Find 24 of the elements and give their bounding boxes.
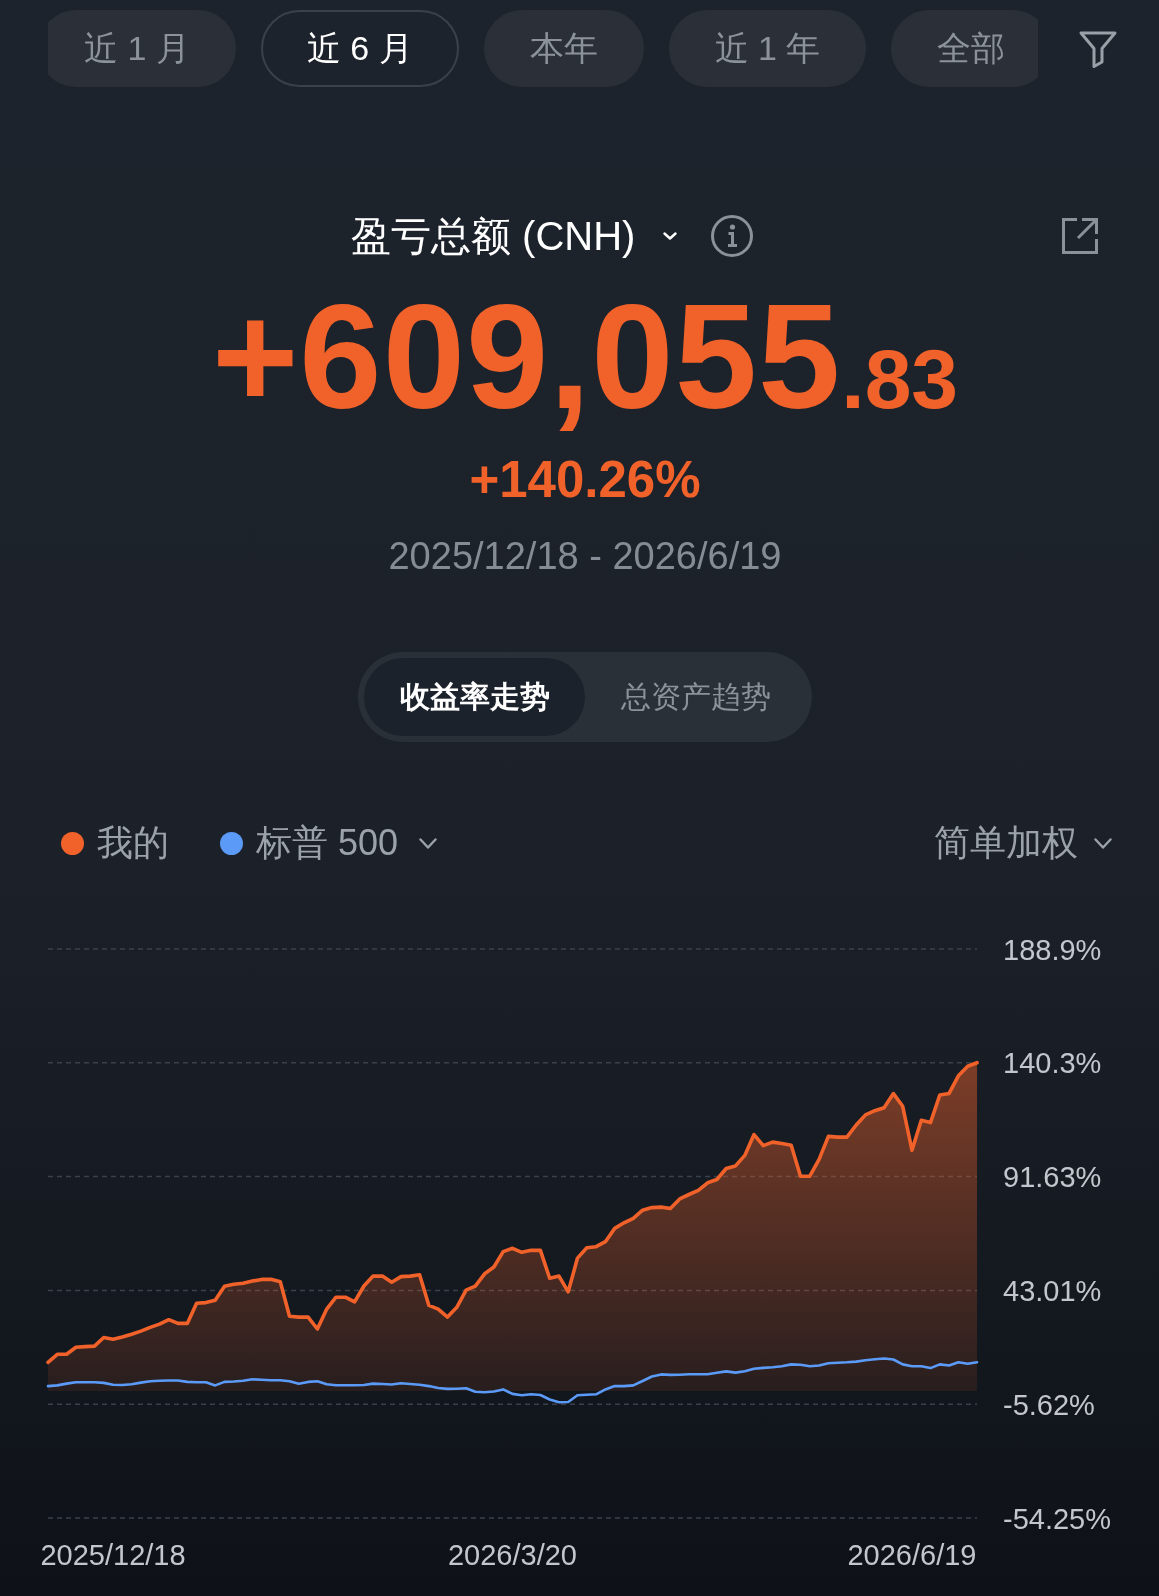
date-range: 2025/12/18 - 2026/6/19 — [388, 537, 782, 575]
period-tab[interactable]: 近 1 月 — [48, 10, 236, 87]
share-icon[interactable] — [1061, 217, 1099, 255]
weighting-dropdown[interactable]: 简单加权 — [934, 818, 1112, 868]
period-tab[interactable]: 全部 — [891, 10, 1038, 87]
legend-dropdown[interactable]: 标普 500 — [220, 818, 438, 868]
return-percentage: +140.26% — [469, 454, 701, 505]
x-axis-label: 2026/6/19 — [847, 1539, 977, 1571]
period-tab[interactable]: 本年 — [483, 10, 644, 87]
y-axis-label: 188.9% — [1003, 933, 1102, 966]
y-axis-label: 91.63% — [1003, 1161, 1102, 1194]
x-axis-label: 2025/12/18 — [40, 1539, 186, 1571]
metric-dropdown[interactable]: 盈亏总额 (CNH) — [351, 214, 678, 258]
y-axis-label: 140.3% — [1003, 1047, 1102, 1080]
y-axis-label: -5.62% — [1003, 1388, 1095, 1421]
period-tab[interactable]: 近 1 年 — [668, 10, 867, 87]
y-axis-label: -54.25% — [1003, 1502, 1111, 1535]
view-tab[interactable]: 总资产趋势 — [585, 658, 806, 736]
view-tab[interactable]: 收益率走势 — [364, 658, 585, 736]
legend-label: 我的 — [97, 820, 169, 865]
period-tab[interactable]: 近 6 月 — [260, 10, 459, 87]
y-axis-label: 43.01% — [1003, 1274, 1102, 1307]
info-icon[interactable] — [710, 214, 755, 258]
x-axis-label: 2026/3/20 — [448, 1539, 577, 1571]
